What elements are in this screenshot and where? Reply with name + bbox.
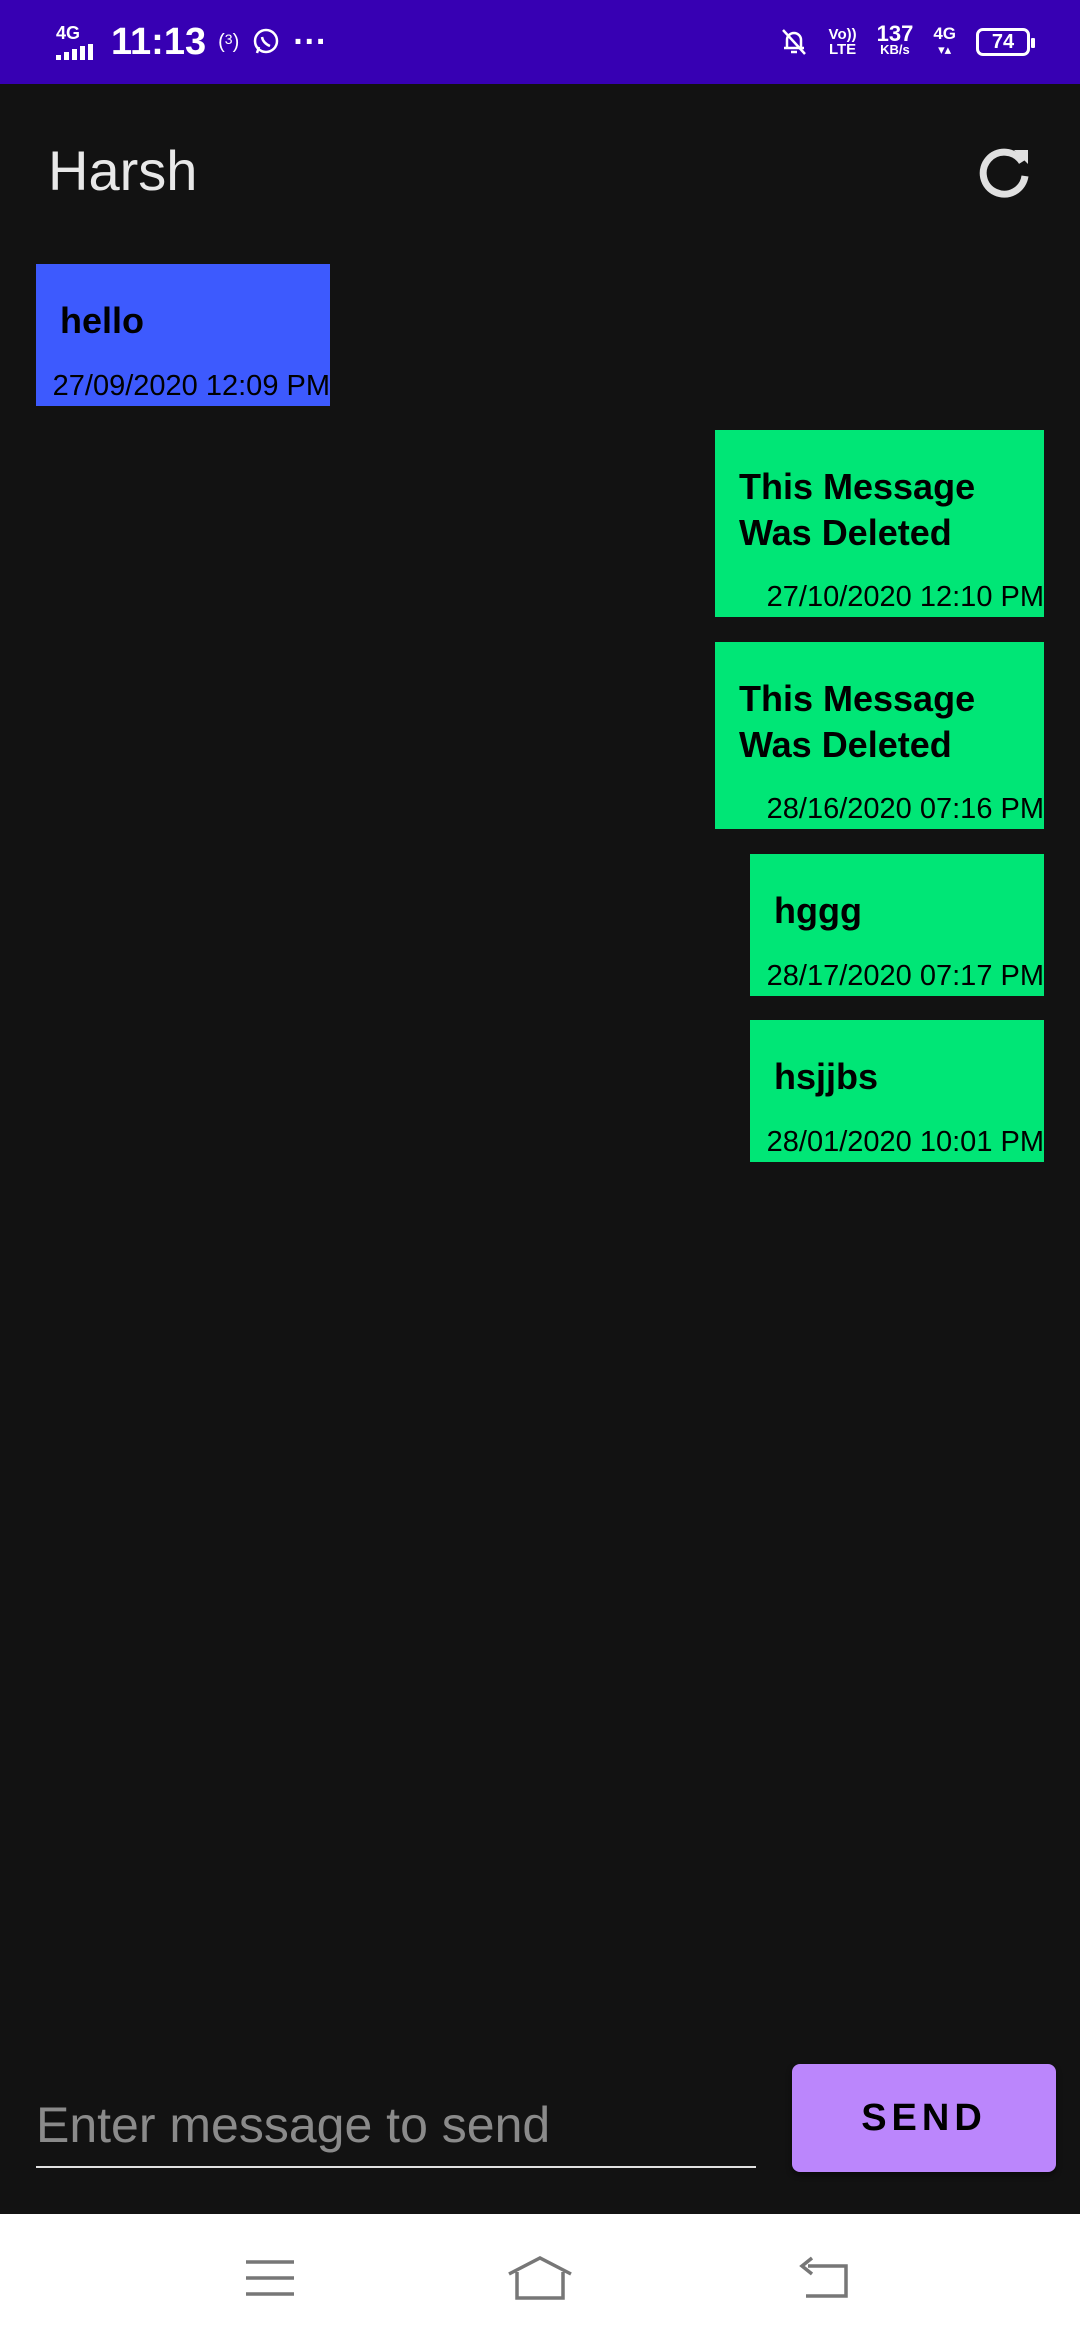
network-type: 4G	[56, 23, 81, 43]
data-arrows-icon: ▾▴	[938, 42, 952, 57]
chat-title: Harsh	[48, 139, 198, 202]
message-bubble-received[interactable]: hello 27/09/2020 12:09 PM	[36, 264, 330, 406]
send-button[interactable]: SEND	[792, 2064, 1056, 2172]
back-icon[interactable]	[794, 2252, 854, 2304]
message-time: 28/17/2020 07:17 PM	[766, 960, 1044, 992]
message-bubble-sent[interactable]: This Message Was Deleted 27/10/2020 12:1…	[715, 430, 1044, 617]
message-input[interactable]	[36, 2086, 756, 2164]
hotspot-count: 3	[224, 30, 233, 47]
menu-icon[interactable]	[240, 2252, 300, 2304]
message-time: 28/16/2020 07:16 PM	[766, 793, 1044, 825]
lte-label: LTE	[828, 41, 857, 58]
speed-value: 137	[876, 21, 914, 46]
message-text: hello	[60, 300, 145, 341]
more-notifications-icon: ···	[293, 22, 328, 61]
message-bubble-sent[interactable]: hggg 28/17/2020 07:17 PM	[750, 854, 1044, 996]
navigation-bar	[0, 2214, 1080, 2340]
volte-icon: Vo)) LTE	[829, 27, 857, 57]
network-speed: 137 KB/s	[876, 21, 914, 58]
message-text: hsjjbs	[774, 1056, 879, 1097]
message-input-container	[36, 2086, 756, 2168]
battery-icon: 74	[976, 28, 1035, 56]
mute-bell-icon	[781, 29, 806, 55]
status-time: 11:13	[111, 20, 207, 63]
message-time: 27/10/2020 12:10 PM	[766, 581, 1044, 613]
refresh-icon[interactable]	[968, 136, 1040, 208]
speed-unit: KB/s	[880, 42, 910, 57]
signal-bars-icon	[56, 44, 93, 60]
volte-label: Vo))	[828, 26, 857, 43]
home-icon[interactable]	[505, 2252, 575, 2304]
message-time: 27/09/2020 12:09 PM	[52, 370, 330, 402]
message-text: This Message Was Deleted	[739, 678, 976, 765]
message-text: hggg	[774, 890, 862, 931]
status-bar: 4G 11:13 (3) ··· Vo)) LTE 137 KB/s 4G ▾▴…	[0, 0, 1080, 84]
data-indicator: 4G ▾▴	[933, 24, 956, 58]
message-bubble-sent[interactable]: This Message Was Deleted 28/16/2020 07:1…	[715, 642, 1044, 829]
message-bubble-sent[interactable]: hsjjbs 28/01/2020 10:01 PM	[750, 1020, 1044, 1162]
signal-indicator: 4G	[56, 24, 93, 60]
hotspot-icon: (3)	[218, 30, 240, 53]
message-time: 28/01/2020 10:01 PM	[766, 1126, 1044, 1158]
data-type: 4G	[933, 24, 956, 43]
message-text: This Message Was Deleted	[739, 466, 976, 553]
chat-header: Harsh	[0, 84, 1080, 256]
whatsapp-icon	[253, 28, 279, 54]
battery-level: 74	[991, 30, 1015, 53]
